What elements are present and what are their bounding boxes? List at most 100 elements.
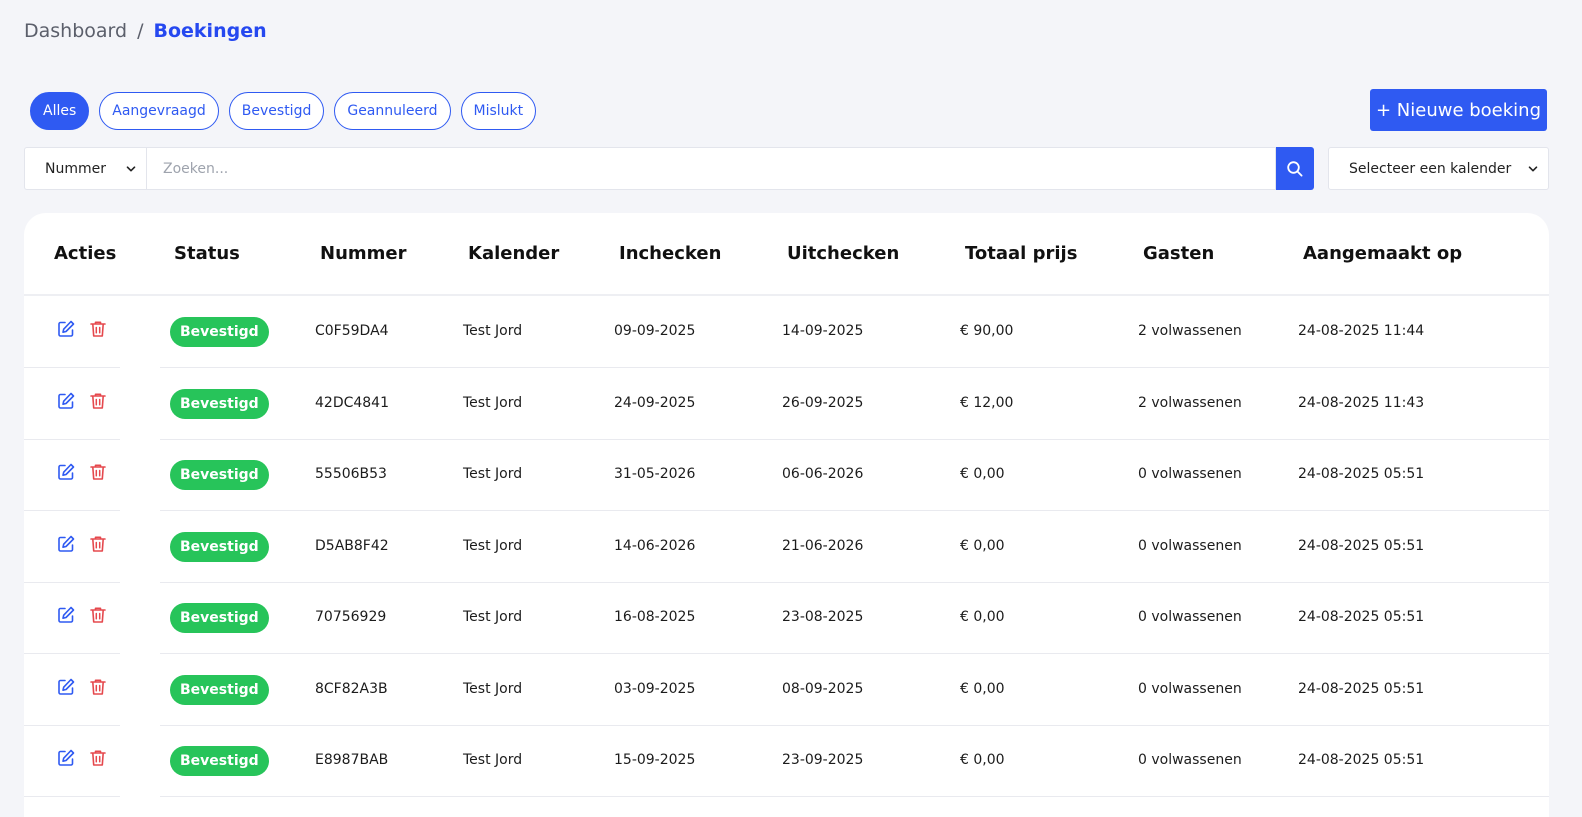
header-totaal-prijs[interactable]: Totaal prijs: [965, 243, 1077, 264]
status-badge: Bevestigd: [170, 388, 269, 419]
cell-totaal-prijs: € 0,00: [960, 752, 1005, 768]
header-acties: Acties: [54, 243, 117, 264]
search-icon: [1286, 160, 1304, 178]
search-field-value: Nummer: [45, 160, 106, 177]
cell-gasten: 0 volwassenen: [1138, 609, 1242, 625]
cell-inchecken: 16-08-2025: [614, 609, 696, 625]
breadcrumb-current: Boekingen: [153, 20, 267, 42]
cell-kalender: Test Jord: [463, 466, 523, 482]
table-header: Acties Status Nummer Kalender Inchecken …: [24, 213, 1549, 296]
cell-gasten: 0 volwassenen: [1138, 466, 1242, 482]
new-booking-button[interactable]: + Nieuwe boeking: [1370, 89, 1547, 131]
edit-icon[interactable]: [56, 319, 76, 339]
cell-nummer: C0F59DA4: [315, 323, 389, 339]
search-bar: Nummer: [24, 147, 1314, 190]
edit-icon[interactable]: [56, 605, 76, 625]
table-row: Bevestigd 70756929 Test Jord 16-08-2025 23-0…: [24, 583, 1549, 654]
breadcrumb-dashboard-link[interactable]: Dashboard: [24, 18, 127, 44]
header-gasten[interactable]: Gasten: [1143, 243, 1214, 264]
header-kalender[interactable]: Kalender: [468, 243, 559, 264]
cell-totaal-prijs: € 12,00: [960, 394, 1014, 411]
header-aangemaakt-op[interactable]: Aangemaakt op: [1303, 243, 1462, 264]
cell-nummer: 42DC4841: [315, 394, 389, 411]
table-row: Bevestigd C0F59DA4 Test Jord 09-09-2025 14-0…: [24, 297, 1549, 368]
status-badge: Bevestigd: [170, 460, 269, 490]
trash-icon[interactable]: [88, 534, 108, 554]
breadcrumb-separator: /: [137, 20, 144, 42]
edit-icon[interactable]: [56, 748, 76, 768]
row-divider: [24, 796, 120, 797]
filter-bevestigd[interactable]: Bevestigd: [228, 92, 325, 130]
cell-uitchecken: 23-09-2025: [782, 752, 864, 768]
cell-nummer: E8987BAB: [315, 752, 389, 768]
cell-aangemaakt-op: 24-08-2025 05:51: [1298, 752, 1425, 768]
trash-icon[interactable]: [88, 677, 108, 697]
trash-icon[interactable]: [88, 605, 108, 625]
cell-aangemaakt-op: 24-08-2025 05:51: [1298, 609, 1425, 625]
edit-icon[interactable]: [56, 391, 76, 411]
cell-nummer: D5AB8F42: [315, 537, 389, 554]
status-badge: Bevestigd: [170, 531, 269, 562]
breadcrumb: Dashboard / Boekingen: [24, 18, 267, 44]
edit-icon[interactable]: [56, 534, 76, 554]
filter-alles[interactable]: Alles: [30, 92, 90, 130]
trash-icon[interactable]: [88, 462, 108, 482]
cell-uitchecken: 23-08-2025: [782, 609, 864, 625]
filter-geannuleerd[interactable]: Geannuleerd: [334, 92, 451, 130]
cell-gasten: 2 volwassenen: [1138, 323, 1242, 339]
cell-nummer: 8CF82A3B: [315, 680, 388, 697]
cell-uitchecken: 06-06-2026: [782, 466, 864, 482]
cell-kalender: Test Jord: [463, 537, 523, 554]
cell-gasten: 0 volwassenen: [1138, 680, 1242, 697]
trash-icon[interactable]: [88, 748, 108, 768]
calendar-select[interactable]: Selecteer een kalender: [1328, 147, 1549, 190]
header-nummer[interactable]: Nummer: [320, 243, 406, 264]
header-status[interactable]: Status: [174, 243, 240, 264]
cell-inchecken: 15-09-2025: [614, 752, 696, 768]
cell-totaal-prijs: € 0,00: [960, 537, 1005, 554]
cell-kalender: Test Jord: [463, 752, 523, 768]
search-field-select[interactable]: Nummer: [24, 147, 146, 190]
table-row: Bevestigd D5AB8F42 Test Jord 14-06-2026 21-0…: [24, 512, 1549, 583]
calendar-select-value: Selecteer een kalender: [1349, 160, 1512, 177]
edit-icon[interactable]: [56, 462, 76, 482]
cell-aangemaakt-op: 24-08-2025 05:51: [1298, 466, 1425, 482]
status-badge: Bevestigd: [170, 674, 269, 705]
cell-totaal-prijs: € 90,00: [960, 323, 1014, 339]
trash-icon[interactable]: [88, 319, 108, 339]
status-badge: Bevestigd: [170, 317, 269, 347]
bookings-table: Acties Status Nummer Kalender Inchecken …: [24, 213, 1549, 817]
cell-gasten: 2 volwassenen: [1138, 394, 1242, 411]
cell-nummer: 70756929: [315, 609, 387, 625]
cell-inchecken: 31-05-2026: [614, 466, 696, 482]
header-inchecken[interactable]: Inchecken: [619, 243, 721, 264]
trash-icon[interactable]: [88, 391, 108, 411]
table-row: Bevestigd E8987BAB Test Jord 15-09-2025 23-0…: [24, 726, 1549, 797]
header-uitchecken[interactable]: Uitchecken: [787, 243, 899, 264]
status-badge: Bevestigd: [170, 746, 269, 776]
edit-icon[interactable]: [56, 677, 76, 697]
row-divider: [160, 796, 1549, 797]
cell-kalender: Test Jord: [463, 609, 523, 625]
cell-inchecken: 03-09-2025: [614, 680, 696, 697]
chevron-down-icon: [126, 164, 136, 174]
status-badge: Bevestigd: [170, 603, 269, 633]
cell-totaal-prijs: € 0,00: [960, 609, 1005, 625]
filter-aangevraagd[interactable]: Aangevraagd: [99, 92, 219, 130]
cell-inchecken: 24-09-2025: [614, 394, 696, 411]
cell-kalender: Test Jord: [463, 323, 523, 339]
table-row: Bevestigd 42DC4841 Test Jord 24-09-2025 26-0…: [24, 369, 1549, 440]
cell-gasten: 0 volwassenen: [1138, 537, 1242, 554]
search-button[interactable]: [1276, 147, 1314, 190]
cell-totaal-prijs: € 0,00: [960, 680, 1005, 697]
search-input[interactable]: [146, 147, 1276, 190]
cell-totaal-prijs: € 0,00: [960, 466, 1005, 482]
cell-inchecken: 09-09-2025: [614, 323, 696, 339]
cell-gasten: 0 volwassenen: [1138, 752, 1242, 768]
status-filter-group: Alles Aangevraagd Bevestigd Geannuleerd …: [30, 92, 537, 130]
filter-mislukt[interactable]: Mislukt: [460, 92, 537, 130]
cell-kalender: Test Jord: [463, 680, 523, 697]
cell-uitchecken: 26-09-2025: [782, 394, 864, 411]
cell-inchecken: 14-06-2026: [614, 537, 696, 554]
table-row: Bevestigd 55506B53 Test Jord 31-05-2026 06-0…: [24, 440, 1549, 511]
